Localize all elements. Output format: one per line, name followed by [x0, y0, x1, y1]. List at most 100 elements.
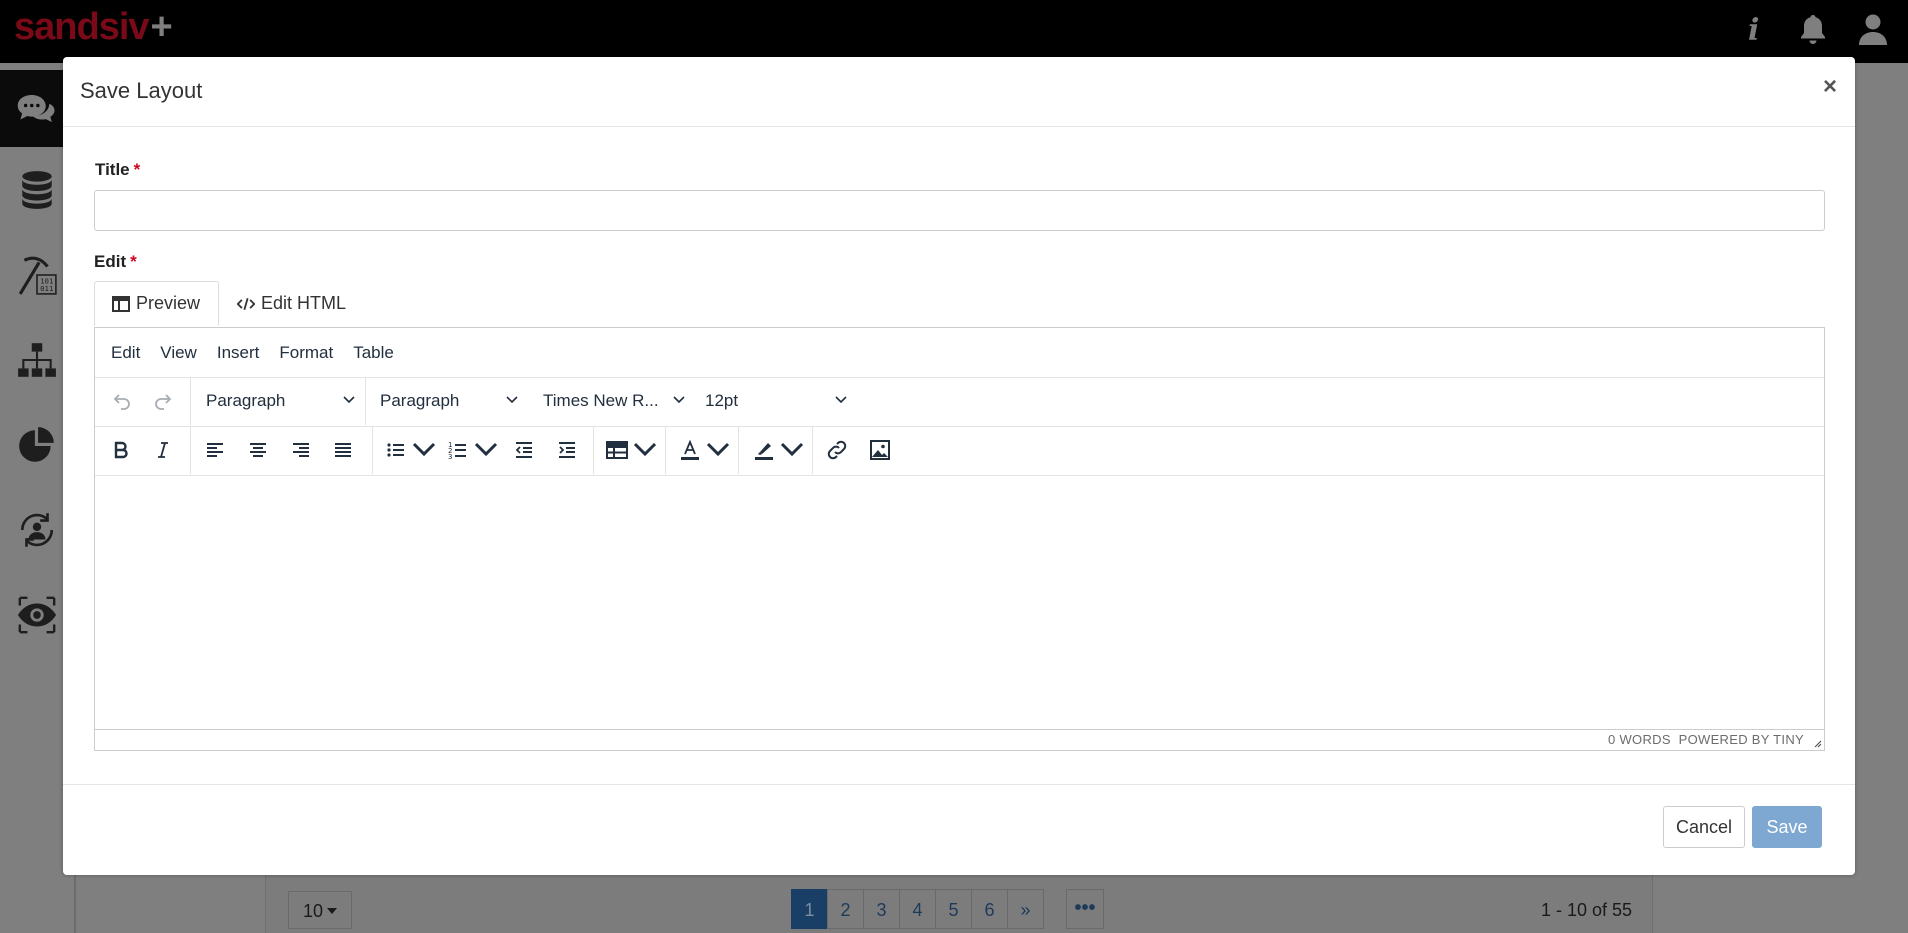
block-format-1-value: Paragraph: [206, 391, 286, 410]
bell-icon[interactable]: [1796, 12, 1830, 46]
tab-edit-html-label: Edit HTML: [261, 293, 347, 313]
logo[interactable]: sandsiv+: [14, 6, 173, 49]
edit-label: Edit *: [94, 252, 137, 272]
menu-insert[interactable]: Insert: [207, 343, 270, 363]
bullet-list-icon: [387, 443, 404, 457]
modal-title: Save Layout: [80, 78, 203, 103]
close-icon[interactable]: ×: [1823, 75, 1837, 99]
resize-handle-icon[interactable]: [1812, 738, 1822, 748]
menu-table[interactable]: Table: [343, 343, 404, 363]
align-center-icon: [250, 443, 266, 457]
editor-menubar: Edit View Insert Format Table: [95, 328, 1824, 378]
layout-icon: [112, 295, 130, 312]
align-justify-icon: [335, 443, 351, 457]
redo-button[interactable]: [146, 383, 182, 419]
chevron-down-icon: [706, 442, 730, 457]
italic-button[interactable]: [146, 432, 180, 468]
chevron-down-icon: [633, 442, 657, 457]
code-icon: [237, 297, 256, 310]
info-icon[interactable]: i: [1736, 12, 1770, 48]
modal-footer: Cancel Save: [63, 784, 1855, 876]
highlight-icon: [755, 443, 773, 460]
title-input[interactable]: [94, 190, 1825, 231]
tab-preview[interactable]: Preview: [94, 281, 220, 326]
align-right-icon: [293, 443, 309, 457]
block-format-2-value: Paragraph: [380, 391, 460, 410]
chevron-down-icon: [506, 396, 518, 404]
image-icon: [870, 440, 890, 460]
undo-button[interactable]: [103, 383, 139, 419]
numbered-list-button[interactable]: 123: [442, 432, 502, 468]
page-link-5[interactable]: 5: [935, 889, 972, 929]
align-justify-button[interactable]: [326, 432, 360, 468]
block-format-dropdown-2[interactable]: Paragraph: [380, 383, 519, 419]
page-link-2[interactable]: 2: [827, 889, 864, 929]
numbered-list-icon: 123: [448, 441, 466, 461]
page-link-6[interactable]: 6: [971, 889, 1008, 929]
page-link-3[interactable]: 3: [863, 889, 900, 929]
font-family-value: Times New R...: [543, 391, 659, 410]
highlight-color-button[interactable]: [748, 432, 808, 468]
align-left-button[interactable]: [198, 432, 232, 468]
font-size-value: 12pt: [705, 391, 739, 410]
italic-icon: [158, 442, 168, 458]
indent-button[interactable]: [550, 432, 584, 468]
bullet-list-button[interactable]: [380, 432, 440, 468]
pagination: 1 2 3 4 5 6 »: [791, 889, 1044, 929]
rich-text-editor: Edit View Insert Format Table Paragraph …: [94, 327, 1825, 751]
bold-icon: [114, 441, 128, 459]
editor-content-area[interactable]: [95, 475, 1824, 731]
top-navbar: sandsiv+ i: [0, 0, 1908, 63]
tab-edit-html[interactable]: Edit HTML: [219, 281, 364, 326]
page-size-value: 10: [303, 901, 324, 921]
undo-icon: [113, 394, 130, 410]
page-more-button[interactable]: •••: [1066, 889, 1104, 929]
save-button[interactable]: Save: [1752, 806, 1822, 848]
svg-text:3: 3: [448, 453, 452, 461]
caret-down-icon: [327, 908, 337, 914]
page-size-select[interactable]: 10: [288, 891, 352, 929]
font-size-dropdown[interactable]: 12pt: [705, 383, 848, 419]
page-link-4[interactable]: 4: [899, 889, 936, 929]
menu-edit[interactable]: Edit: [95, 343, 150, 363]
indent-icon: [559, 442, 575, 458]
required-mark: *: [133, 160, 141, 179]
svg-text:011: 011: [40, 284, 53, 293]
bold-button[interactable]: [104, 432, 138, 468]
table-button[interactable]: [601, 432, 661, 468]
image-button[interactable]: [863, 432, 897, 468]
align-left-icon: [207, 443, 223, 457]
align-right-button[interactable]: [284, 432, 318, 468]
save-layout-modal: Save Layout × Title * Edit * Preview Edit …: [63, 57, 1855, 875]
tab-preview-label: Preview: [136, 293, 201, 313]
text-color-icon: [681, 439, 699, 460]
user-icon[interactable]: [1856, 12, 1890, 46]
page-link-1[interactable]: 1: [791, 889, 828, 929]
link-button[interactable]: [820, 432, 854, 468]
block-format-dropdown-1[interactable]: Paragraph: [206, 383, 356, 419]
font-family-dropdown[interactable]: Times New R...: [543, 383, 686, 419]
chevron-down-icon: [835, 396, 847, 404]
modal-header: Save Layout ×: [63, 57, 1855, 127]
align-center-button[interactable]: [241, 432, 275, 468]
menu-view[interactable]: View: [150, 343, 207, 363]
logo-plus: +: [150, 6, 173, 48]
logo-text: sandsiv: [14, 6, 150, 48]
editor-toolbar-bottom: 123: [95, 426, 1824, 476]
outdent-button[interactable]: [507, 432, 541, 468]
page-link-next[interactable]: »: [1007, 889, 1044, 929]
word-count-status: 0 WORDS POWERED BY TINY: [1608, 732, 1804, 747]
chevron-down-icon: [474, 442, 498, 457]
editor-statusbar: 0 WORDS POWERED BY TINY: [95, 729, 1824, 750]
chevron-down-icon: [780, 442, 804, 457]
chevron-down-icon: [412, 442, 436, 457]
text-color-button[interactable]: [674, 432, 734, 468]
title-label: Title *: [95, 160, 140, 180]
outdent-icon: [515, 442, 532, 458]
range-text: 1 - 10 of 55: [1541, 900, 1633, 920]
editor-toolbar-top: Paragraph Paragraph Times New R... 12pt: [95, 377, 1824, 427]
cancel-button[interactable]: Cancel: [1663, 806, 1745, 848]
table-icon: [606, 441, 628, 459]
chevron-down-icon: [343, 396, 355, 404]
menu-format[interactable]: Format: [269, 343, 343, 363]
